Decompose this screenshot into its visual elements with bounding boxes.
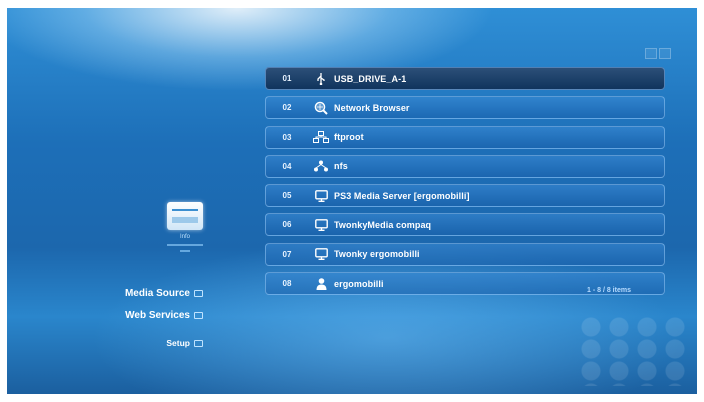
user-icon	[308, 277, 334, 290]
info-panel: Info	[155, 202, 215, 252]
menu-web-services[interactable]: Web Services	[63, 310, 203, 321]
list-item-number: 06	[282, 220, 292, 230]
list-item[interactable]: 06 TwonkyMedia compaq	[265, 213, 665, 237]
menu-web-services-label: Web Services	[125, 310, 190, 321]
list-item-label: Twonky ergomobilli	[334, 249, 420, 260]
list-item-number: 02	[282, 103, 292, 113]
network-browser-icon	[308, 101, 334, 115]
menu-indicator-icon	[194, 290, 203, 297]
list-item-number: 01	[282, 74, 292, 83]
list-item-number: 04	[282, 161, 292, 171]
list-item[interactable]: 02 Network Browser	[265, 96, 665, 120]
menu-indicator-icon	[194, 312, 203, 319]
item-count: 1 - 8 / 8 items	[587, 287, 631, 294]
info-detail-line	[180, 250, 190, 252]
view-mode-icon	[645, 48, 657, 59]
list-item[interactable]: 04 nfs	[265, 154, 665, 178]
menu-indicator-icon	[194, 339, 203, 347]
view-mode-icons	[645, 48, 671, 59]
list-item[interactable]: 03 ftproot	[265, 125, 665, 149]
list-item-label: ftproot	[334, 132, 364, 143]
decorative-dots	[577, 316, 687, 386]
list-item-label: PS3 Media Server [ergomobilli]	[334, 190, 470, 201]
nfs-icon	[308, 160, 334, 172]
list-item-number: 03	[282, 132, 292, 142]
list-item[interactable]: 05 PS3 Media Server [ergomobilli]	[265, 184, 665, 208]
media-server-icon	[308, 219, 334, 231]
menu-media-source[interactable]: Media Source	[63, 288, 203, 299]
network-share-icon	[308, 131, 334, 144]
info-title: Info	[179, 234, 190, 240]
list-item-label: USB_DRIVE_A-1	[334, 73, 407, 84]
media-player-screen: 01 USB_DRIVE_A-1 02 Network Browser 03 ftproo…	[7, 8, 697, 394]
list-item-label: TwonkyMedia compaq	[334, 219, 432, 230]
usb-icon	[308, 72, 334, 85]
menu-media-source-label: Media Source	[124, 288, 190, 299]
list-item[interactable]: 01 USB_DRIVE_A-1	[265, 67, 665, 90]
list-item-label: ergomobilli	[334, 278, 384, 289]
info-detail-line	[167, 244, 203, 246]
list-item-number: 07	[282, 249, 292, 259]
device-info-icon	[167, 202, 203, 230]
view-mode-icon	[659, 48, 671, 59]
list-item-label: Network Browser	[334, 102, 410, 113]
media-server-icon	[308, 248, 334, 261]
media-server-icon	[308, 189, 334, 202]
menu-setup-label: Setup	[166, 338, 190, 348]
media-source-list: 01 USB_DRIVE_A-1 02 Network Browser 03 ftproo…	[265, 67, 665, 301]
list-item-label: nfs	[334, 161, 348, 172]
list-item-number: 05	[282, 191, 292, 201]
list-item-number: 08	[282, 279, 292, 289]
menu-setup[interactable]: Setup	[63, 338, 203, 348]
list-item[interactable]: 07 Twonky ergomobilli	[265, 242, 665, 266]
